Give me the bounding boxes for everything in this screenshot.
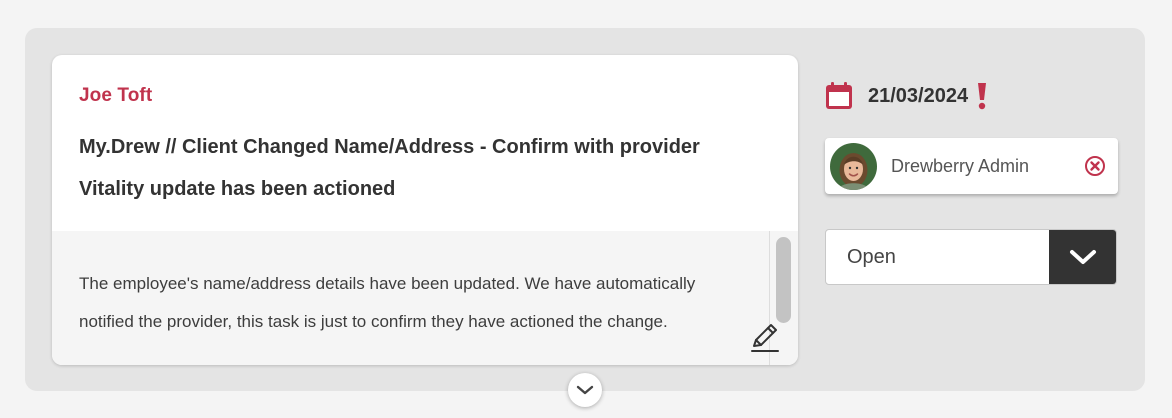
task-card-header: Joe Toft My.Drew // Client Changed Name/… — [52, 55, 798, 231]
task-description-area: The employee's name/address details have… — [52, 231, 798, 365]
expand-button[interactable] — [568, 373, 602, 407]
avatar — [830, 142, 877, 190]
remove-circle-icon[interactable] — [1084, 155, 1106, 177]
status-selected-value: Open — [847, 246, 896, 268]
task-title: My.Drew // Client Changed Name/Address -… — [79, 136, 700, 158]
description-scrollbar[interactable] — [776, 237, 791, 323]
task-description: The employee's name/address details have… — [79, 274, 696, 331]
edit-button[interactable] — [749, 321, 781, 353]
task-subtitle: Vitality update has been actioned — [79, 178, 396, 200]
due-date-row: 21/03/2024 — [824, 80, 988, 112]
status-dropdown-toggle[interactable] — [1049, 230, 1116, 284]
assignee-chip: Drewberry Admin — [825, 138, 1118, 194]
task-card: Joe Toft My.Drew // Client Changed Name/… — [52, 55, 798, 365]
calendar-icon — [826, 82, 852, 109]
status-dropdown[interactable]: Open — [825, 229, 1117, 285]
chevron-down-icon — [1069, 250, 1096, 264]
pencil-icon — [751, 324, 779, 352]
due-date: 21/03/2024 — [868, 84, 969, 107]
assignee-name: Drewberry Admin — [891, 155, 1030, 176]
exclamation-icon — [978, 83, 987, 110]
chevron-down-icon — [576, 385, 594, 395]
client-name[interactable]: Joe Toft — [79, 85, 771, 107]
